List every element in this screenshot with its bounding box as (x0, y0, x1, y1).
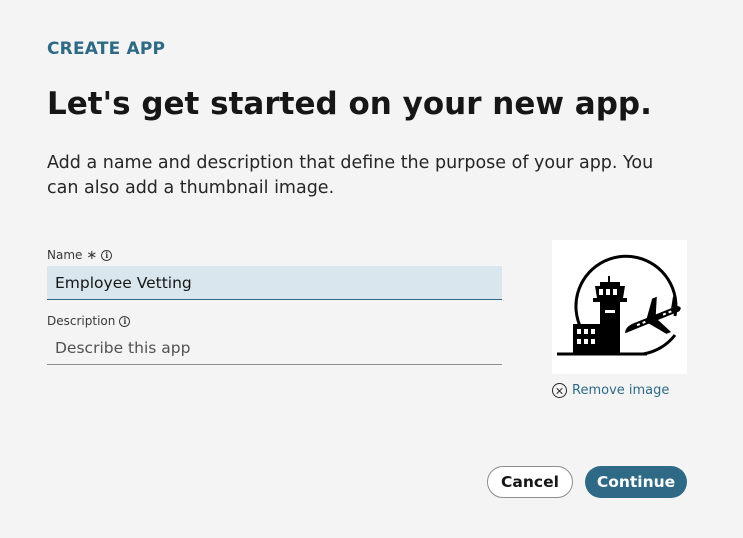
description-field-label: Description i (47, 314, 131, 328)
name-field-label: Name ∗ i (47, 247, 113, 263)
thumbnail-preview (552, 240, 687, 374)
description-label-text: Description (47, 314, 116, 328)
close-circle-icon (552, 383, 567, 398)
remove-image-link[interactable]: Remove image (552, 383, 669, 398)
cancel-button[interactable]: Cancel (487, 466, 573, 498)
page-title: Let's get started on your new app. (47, 86, 652, 122)
remove-image-label: Remove image (572, 383, 670, 398)
description-input[interactable] (47, 331, 502, 365)
name-input[interactable] (47, 266, 502, 300)
info-icon[interactable]: i (101, 249, 113, 261)
continue-button[interactable]: Continue (585, 466, 687, 498)
airport-tower-airplane-icon (556, 254, 681, 356)
name-label-text: Name (47, 248, 83, 262)
page-eyebrow: CREATE APP (47, 39, 166, 59)
page-description: Add a name and description that define t… (47, 153, 654, 198)
info-icon[interactable]: i (119, 315, 131, 327)
required-icon: ∗ (86, 247, 98, 263)
